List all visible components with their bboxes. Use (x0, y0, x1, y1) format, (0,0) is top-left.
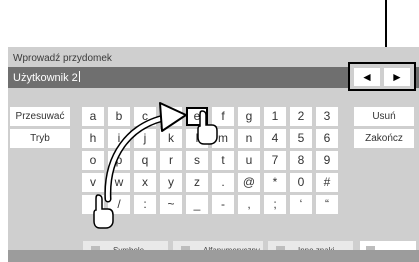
hand-pointer-icon (197, 110, 218, 145)
swipe-arrowhead-icon (159, 102, 187, 132)
nickname-panel: Wprowadź przydomek Użytkownik 2 ◄ ► Prze… (8, 47, 419, 262)
gesture-overlay (93, 102, 218, 229)
swipe-arrow-inner (105, 115, 170, 201)
